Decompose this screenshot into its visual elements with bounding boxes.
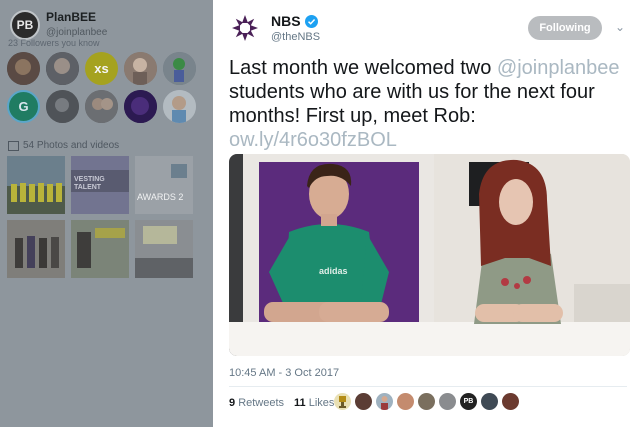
url-link[interactable]: ow.ly/4r6o30fzBOL	[229, 129, 397, 151]
photo-grid: VESTING TALENT AWARDS 2	[7, 156, 197, 278]
follower-photo-icon	[46, 90, 79, 123]
photo-caption: VESTING TALENT	[74, 176, 105, 191]
follower-avatar[interactable]	[163, 52, 196, 85]
divider	[229, 386, 627, 387]
following-button[interactable]: Following	[528, 16, 602, 40]
group-photo-icon	[7, 220, 65, 278]
follower-photo-icon	[46, 52, 79, 85]
nbs-logo-icon[interactable]	[229, 12, 261, 44]
retweets-stat[interactable]: 9 Retweets	[229, 397, 284, 409]
follower-photo-icon	[124, 52, 157, 85]
liker-avatar[interactable]	[502, 393, 519, 410]
profile-handle[interactable]: @joinplanbee	[46, 27, 107, 38]
liker-avatar[interactable]	[355, 393, 372, 410]
retweets-label: Retweets	[238, 397, 285, 409]
follower-avatar[interactable]	[46, 52, 79, 85]
mention-link[interactable]: @joinplanbee	[497, 57, 620, 79]
photo-thumbnail[interactable]	[7, 220, 65, 278]
verified-badge-icon	[304, 14, 318, 28]
photo-thumbnail[interactable]: VESTING TALENT	[71, 156, 129, 214]
photo-thumbnail[interactable]	[7, 156, 65, 214]
follower-avatar[interactable]	[46, 90, 79, 123]
xs-logo-icon: xs	[94, 61, 109, 76]
follower-avatar[interactable]	[124, 52, 157, 85]
photos-videos-link[interactable]: 54 Photos and videos	[8, 140, 119, 151]
follower-avatar[interactable]: xs	[85, 52, 118, 85]
tweet-text-part: Last month we welcomed two	[229, 57, 497, 79]
person-icon	[381, 396, 388, 410]
avatar[interactable]: PB	[10, 10, 40, 40]
liker-avatar[interactable]: PB	[460, 393, 477, 410]
photo-thumbnail[interactable]	[135, 220, 193, 278]
tweet-photo[interactable]: adidas	[229, 154, 630, 356]
follower-avatar[interactable]: G	[7, 90, 40, 123]
follower-photo-icon	[163, 90, 196, 123]
follower-photo-icon	[124, 90, 157, 123]
photo-icon	[8, 140, 19, 151]
trophy-icon	[339, 396, 346, 408]
follower-avatar[interactable]	[7, 52, 40, 85]
followers-you-know-label[interactable]: 23 Followers you know	[8, 38, 100, 48]
photos-videos-label: 54 Photos and videos	[23, 140, 120, 151]
follower-avatar[interactable]	[163, 90, 196, 123]
chevron-down-icon[interactable]: ⌄	[615, 20, 625, 34]
likers-avatars: PB	[334, 393, 519, 410]
group-photo-icon	[7, 156, 65, 214]
follower-avatar[interactable]	[124, 90, 157, 123]
timestamp[interactable]: 10:45 AM - 3 Oct 2017	[229, 367, 339, 379]
tweet-stats: 9 Retweets 11 Likes	[229, 397, 334, 409]
followers-grid: xs G	[7, 52, 202, 123]
likes-label: Likes	[308, 397, 335, 409]
awards-photo-icon	[135, 156, 193, 214]
likes-stat[interactable]: 11 Likes	[294, 397, 334, 409]
liker-avatar[interactable]	[418, 393, 435, 410]
office-photo-icon	[71, 220, 129, 278]
liker-avatar[interactable]	[397, 393, 414, 410]
tweet-text: Last month we welcomed two @joinplanbee …	[229, 56, 627, 152]
photo-thumbnail[interactable]	[71, 220, 129, 278]
photo-thumbnail[interactable]: AWARDS 2	[135, 156, 193, 214]
likes-count: 11	[294, 397, 306, 409]
follower-photo-icon	[85, 90, 118, 123]
author-name[interactable]: NBS	[271, 13, 318, 29]
follower-photo-icon	[7, 52, 40, 85]
author-handle[interactable]: @theNBS	[271, 31, 320, 43]
tweet-text-part: students who are with us for the next fo…	[229, 81, 595, 127]
shirt-logo-text: adidas	[319, 266, 348, 276]
classroom-photo-icon	[135, 220, 193, 278]
profile-name[interactable]: PlanBEE	[46, 10, 96, 24]
profile-sidebar: PB PlanBEE @joinplanbee 23 Followers you…	[0, 0, 213, 427]
liker-avatar[interactable]	[439, 393, 456, 410]
author-name-text: NBS	[271, 13, 301, 29]
follower-avatar[interactable]	[85, 90, 118, 123]
liker-avatar[interactable]	[376, 393, 393, 410]
cartoon-avatar-icon	[163, 52, 196, 85]
two-students-photo-icon	[229, 154, 630, 356]
retweets-count: 9	[229, 397, 236, 409]
photo-caption: AWARDS 2	[137, 192, 184, 202]
liker-avatar[interactable]	[334, 393, 351, 410]
g-logo-icon: G	[18, 99, 29, 114]
tweet-card: NBS @theNBS Following ⌄ Last month we we…	[213, 0, 640, 427]
liker-avatar[interactable]	[481, 393, 498, 410]
profile-header[interactable]: PB PlanBEE @joinplanbee	[10, 8, 210, 42]
